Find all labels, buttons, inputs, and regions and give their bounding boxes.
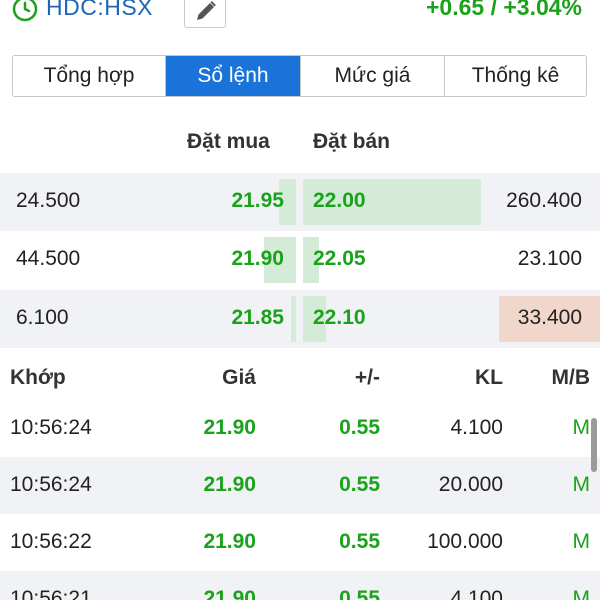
trade-volume: 4.100: [450, 587, 503, 600]
trade-row[interactable]: 10:56:21 21.90 0.55 4.100 M: [0, 571, 600, 600]
trades-header-price: Giá: [222, 366, 256, 389]
bid-header: Đặt mua: [187, 130, 270, 153]
ask-price[interactable]: 22.10: [313, 306, 366, 330]
trade-side: M: [572, 587, 591, 600]
tab-price-levels[interactable]: Mức giá: [301, 56, 445, 96]
clock-refresh-icon[interactable]: [10, 0, 40, 24]
trade-change: 0.55: [339, 416, 380, 439]
orderbook-row[interactable]: 44.500 21.90 22.05 23.100: [0, 231, 600, 289]
trades-scrollbar[interactable]: [591, 418, 597, 472]
pencil-icon: [197, 1, 216, 20]
tab-summary[interactable]: Tổng hợp: [13, 56, 166, 96]
ask-volume: 23.100: [517, 247, 582, 270]
edit-button[interactable]: [184, 0, 226, 28]
trade-change: 0.55: [339, 530, 380, 553]
bid-price[interactable]: 21.90: [231, 247, 284, 271]
trades-header-side: M/B: [551, 366, 591, 389]
bid-volume: 44.500: [16, 247, 81, 270]
ask-volume: 33.400: [517, 306, 582, 329]
bid-volume: 6.100: [16, 306, 69, 329]
trade-side: M: [572, 416, 591, 439]
ask-header: Đặt bán: [313, 130, 391, 153]
orderbook-row[interactable]: 6.100 21.85 22.10 33.400: [0, 290, 600, 348]
trade-price: 21.90: [203, 473, 256, 496]
tab-bar: Tổng hợp Sổ lệnh Mức giá Thống kê: [12, 55, 587, 97]
trades-header-time: Khớp: [10, 366, 66, 389]
trade-row[interactable]: 10:56:22 21.90 0.55 100.000 M: [0, 514, 600, 571]
price-change: +0.65 / +3.04%: [425, 0, 582, 20]
tab-orderbook[interactable]: Sổ lệnh: [166, 56, 301, 96]
header: HDC:HSX +0.65 / +3.04%: [0, 0, 600, 40]
trade-volume: 4.100: [450, 416, 503, 439]
ask-price[interactable]: 22.05: [313, 247, 366, 271]
bid-price[interactable]: 21.95: [231, 189, 284, 213]
trade-row[interactable]: 10:56:24 21.90 0.55 20.000 M: [0, 457, 600, 514]
trade-time: 10:56:24: [10, 473, 92, 496]
bid-volume-bar: [291, 296, 296, 342]
trade-change: 0.55: [339, 587, 380, 600]
trade-price: 21.90: [203, 416, 256, 439]
trades-header-change: +/-: [354, 366, 380, 389]
orderbook-row[interactable]: 24.500 21.95 22.00 260.400: [0, 173, 600, 231]
ask-price[interactable]: 22.00: [313, 189, 366, 213]
trade-row[interactable]: 10:56:24 21.90 0.55 4.100 M: [0, 400, 600, 457]
trade-change: 0.55: [339, 473, 380, 496]
trade-time: 10:56:22: [10, 530, 92, 553]
trade-price: 21.90: [203, 587, 256, 600]
trade-volume: 100.000: [427, 530, 503, 553]
trade-side: M: [572, 473, 591, 496]
bid-volume: 24.500: [16, 189, 81, 212]
ticker-symbol[interactable]: HDC:HSX: [46, 0, 153, 21]
ask-volume: 260.400: [506, 189, 582, 212]
trades-header-volume: KL: [475, 366, 503, 389]
trade-volume: 20.000: [438, 473, 503, 496]
trade-time: 10:56:24: [10, 416, 92, 439]
trade-side: M: [572, 530, 591, 553]
trade-time: 10:56:21: [10, 587, 92, 600]
tab-statistics[interactable]: Thống kê: [445, 56, 586, 96]
trade-price: 21.90: [203, 530, 256, 553]
bid-price[interactable]: 21.85: [231, 306, 284, 330]
